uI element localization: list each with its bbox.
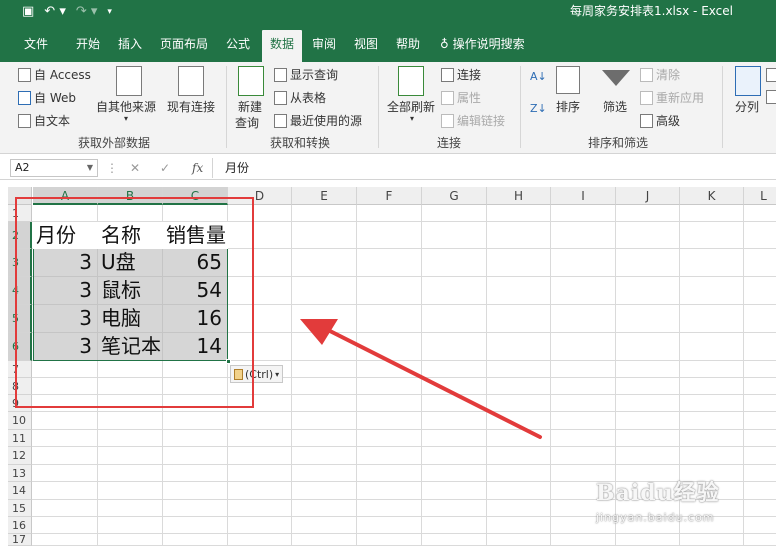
flash-fill-icon[interactable] (766, 68, 776, 82)
from-access-label: 自 Access (34, 68, 91, 82)
undo-icon[interactable]: ↶ ▾ (44, 0, 66, 24)
worksheet-grid[interactable]: ABCDEFGHIJKL 1 2 3 4 5 6 7 8 9 10 11 12 13 14 15 16 17 月… (0, 187, 776, 546)
group-label-external-data: 获取外部数据 (78, 136, 151, 150)
connections-icon (441, 67, 454, 82)
connections-label: 连接 (457, 68, 482, 82)
from-table-label: 从表格 (290, 91, 327, 105)
ribbon-separator (378, 66, 379, 148)
tab-file[interactable]: 文件 (24, 30, 48, 62)
clear-filter-button[interactable]: 清除 (640, 66, 680, 83)
tab-help[interactable]: 帮助 (396, 30, 420, 62)
baidu-watermark: Baidu经验 jingyan.baidu.com (596, 475, 720, 524)
save-icon[interactable]: ▣ (22, 0, 34, 24)
tab-page-layout[interactable]: 页面布局 (160, 30, 208, 62)
filter-funnel-icon (602, 70, 630, 86)
recent-sources-label: 最近使用的源 (290, 114, 363, 128)
watermark-brand: Baidu经验 (596, 480, 720, 506)
connections-button[interactable]: 连接 (441, 66, 481, 83)
tab-home[interactable]: 开始 (76, 30, 100, 62)
ribbon-data: 自 Access 自 Web 自文本 自其他来源 ▾ 现有连接 获取外部数据 新… (0, 62, 776, 154)
refresh-all-button[interactable]: 全部刷新 (387, 98, 435, 115)
show-queries-button[interactable]: 显示查询 (274, 66, 338, 83)
from-web-button[interactable]: 自 Web (18, 89, 76, 106)
existing-connections-button[interactable]: 现有连接 (167, 98, 215, 115)
other-sources-button[interactable]: 自其他来源 (96, 98, 156, 115)
quick-access-toolbar: ▣ ↶ ▾ ↷ ▾ ▾ (22, 0, 112, 24)
title-bar: ▣ ↶ ▾ ↷ ▾ ▾ 每周家务安排表1.xlsx - Excel (0, 0, 776, 24)
remove-duplicates-icon[interactable] (766, 90, 776, 104)
recent-sources-icon (274, 113, 287, 128)
document-title: 每周家务安排表1.xlsx - Excel (570, 4, 733, 18)
from-text-button[interactable]: 自文本 (18, 112, 70, 129)
table-icon (274, 90, 287, 105)
from-table-button[interactable]: 从表格 (274, 89, 326, 106)
formula-bar: A2 ▼ ⋮ ✕ ✓ fx 月份 (0, 156, 776, 180)
show-queries-label: 显示查询 (290, 68, 339, 82)
ribbon-separator (520, 66, 521, 148)
reapply-label: 重新应用 (656, 91, 705, 105)
edit-links-icon (441, 113, 454, 128)
name-box-caret-icon[interactable]: ▼ (87, 160, 93, 176)
formula-input[interactable]: 月份 (212, 158, 772, 178)
reapply-button[interactable]: 重新应用 (640, 89, 704, 106)
tab-review[interactable]: 审阅 (312, 30, 336, 62)
advanced-filter-label: 高级 (656, 114, 681, 128)
refresh-all-caret-icon: ▾ (410, 114, 415, 123)
tell-me-search[interactable]: ♁ 操作说明搜索 (440, 30, 525, 58)
tab-view[interactable]: 视图 (354, 30, 378, 62)
edit-links-label: 编辑链接 (457, 114, 506, 128)
tab-formulas[interactable]: 公式 (226, 30, 250, 62)
web-icon (18, 90, 31, 105)
advanced-filter-icon (640, 113, 653, 128)
show-queries-icon (274, 67, 287, 82)
formula-bar-more-icon: ⋮ (106, 161, 118, 175)
ribbon-separator (226, 66, 227, 148)
sort-button[interactable]: 排序 (556, 98, 580, 115)
text-to-columns-icon (735, 66, 761, 96)
existing-connections-icon (178, 66, 204, 96)
ribbon-separator (722, 66, 723, 148)
refresh-all-icon (398, 66, 424, 96)
from-web-label: 自 Web (34, 91, 76, 105)
enter-icon[interactable]: ✓ (160, 159, 170, 177)
lightbulb-icon: ♁ (440, 37, 453, 51)
recent-sources-button[interactable]: 最近使用的源 (274, 112, 362, 129)
sort-descending-icon[interactable]: Z↓ (530, 102, 547, 115)
from-text-label: 自文本 (34, 114, 71, 128)
properties-icon (441, 90, 454, 105)
reapply-icon (640, 90, 653, 105)
properties-button[interactable]: 属性 (441, 89, 481, 106)
from-access-button[interactable]: 自 Access (18, 66, 91, 83)
new-query-label-2[interactable]: 查询 (235, 114, 259, 131)
other-sources-caret-icon: ▾ (124, 114, 129, 123)
group-label-sort-filter: 排序和筛选 (588, 136, 649, 150)
clear-filter-label: 清除 (656, 68, 681, 82)
watermark-url: jingyan.baidu.com (596, 511, 715, 524)
customize-qat-icon[interactable]: ▾ (107, 0, 112, 24)
ribbon-tabs: 文件 开始 插入 页面布局 公式 数据 审阅 视图 帮助 ♁ 操作说明搜索 (0, 24, 776, 62)
text-file-icon (18, 113, 31, 128)
tell-me-label: 操作说明搜索 (452, 37, 525, 51)
access-icon (18, 67, 31, 82)
name-box-value: A2 (15, 161, 30, 174)
edit-links-button[interactable]: 编辑链接 (441, 112, 505, 129)
redo-icon[interactable]: ↷ ▾ (76, 0, 98, 24)
group-label-connections: 连接 (437, 136, 462, 150)
advanced-filter-button[interactable]: 高级 (640, 112, 680, 129)
name-box[interactable]: A2 ▼ (10, 159, 98, 177)
insert-function-icon[interactable]: fx (192, 159, 203, 177)
new-query-button[interactable]: 新建 (238, 98, 262, 115)
sort-ascending-icon[interactable]: A↓ (530, 70, 547, 83)
tab-insert[interactable]: 插入 (118, 30, 142, 62)
sort-dialog-icon (556, 66, 580, 94)
filter-button[interactable]: 筛选 (603, 98, 627, 115)
cancel-icon[interactable]: ✕ (130, 159, 140, 177)
tab-data[interactable]: 数据 (262, 30, 303, 62)
properties-label: 属性 (457, 91, 482, 105)
clear-filter-icon (640, 67, 653, 82)
text-to-columns-button[interactable]: 分列 (735, 98, 759, 115)
other-sources-icon (116, 66, 142, 96)
new-query-icon (238, 66, 264, 96)
group-label-get-transform: 获取和转换 (270, 136, 331, 150)
